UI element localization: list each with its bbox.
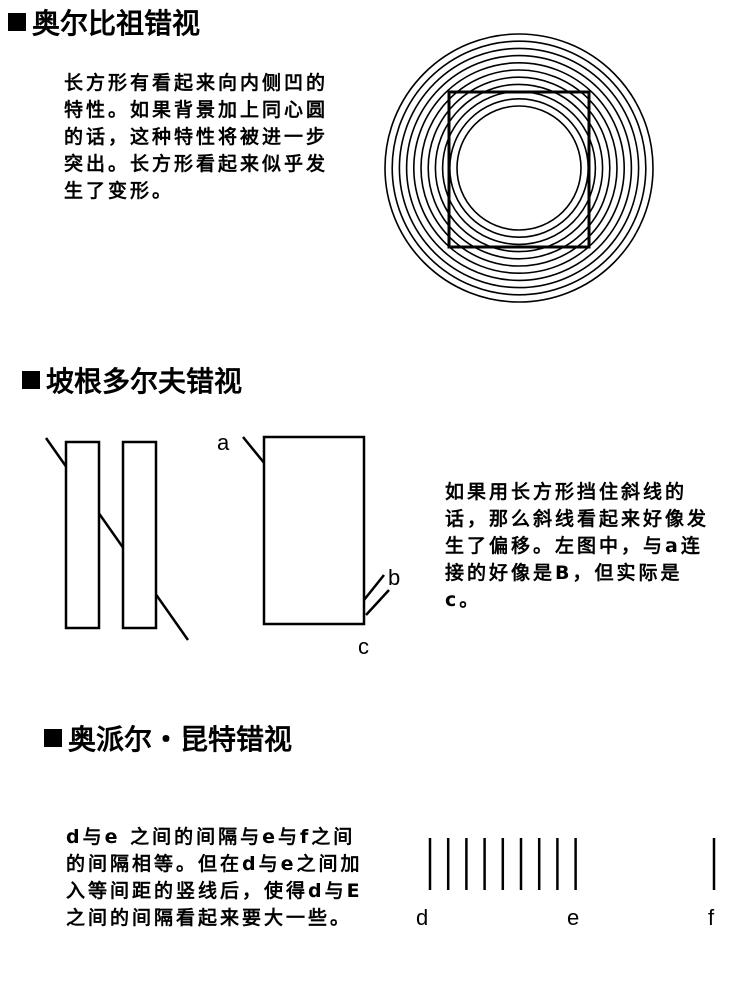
bullet-square-icon — [44, 729, 62, 747]
oppel-kundt-illusion-figure — [428, 838, 716, 890]
section-title-oppel-kundt: 奥派尔・昆特错视 — [44, 718, 292, 758]
section-description-poggendorff: 如果用长方形挡住斜线的话，那么斜线看起来好像发生了偏移。左图中，与a连接的好像是… — [445, 481, 710, 611]
label-e: e — [567, 905, 580, 930]
line-b — [363, 574, 385, 601]
label-b: b — [388, 565, 401, 590]
line-a — [242, 436, 266, 465]
section-title-text: 坡根多尔夫错视 — [46, 365, 243, 398]
equally-spaced-lines — [428, 838, 577, 890]
label-f: f — [708, 905, 715, 930]
label-a: a — [217, 430, 230, 455]
label-c: c — [358, 634, 369, 659]
section-description-oppel-kundt: d与e 之间的间隔与e与f之间的间隔相等。但在d与e之间加入等间距的竖线后，使得… — [66, 826, 363, 929]
section-title-text: 奥派尔・昆特错视 — [68, 723, 293, 756]
label-d: d — [416, 905, 429, 930]
section-title-poggendorff: 坡根多尔夫错视 — [22, 360, 242, 400]
occluding-rect-2 — [121, 440, 158, 630]
occluding-rect-large — [262, 435, 366, 626]
bullet-square-icon — [22, 371, 40, 389]
occluding-rect-1 — [64, 440, 101, 630]
